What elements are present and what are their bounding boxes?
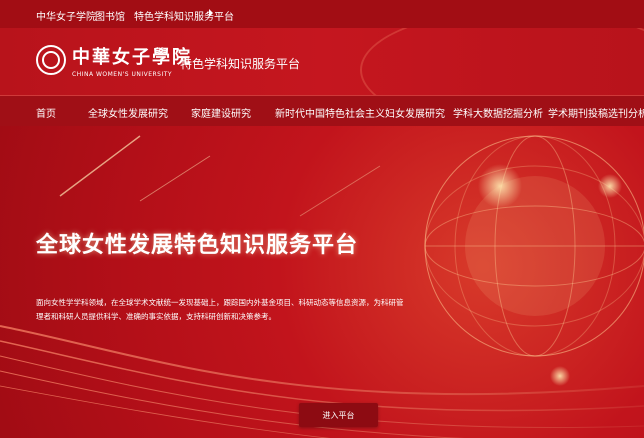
hero-description: 面向女性学学科领域，在全球学术文献统一发现基础上，跟踪国内外基金项目、科研动态等… <box>36 298 404 321</box>
top-bar: 中华女子学院 图书馆 特色学科知识服务平台 <box>0 0 644 28</box>
university-seal-icon[interactable] <box>36 45 66 75</box>
header-decoration <box>360 28 644 95</box>
hero-title: 全球女性发展特色知识服务平台 <box>36 233 359 258</box>
globe-graphic <box>424 135 644 386</box>
topbar-link-platform[interactable]: 特色学科知识服务平台 <box>134 8 234 23</box>
site-header: 中華女子學院 CHINA WOMEN'S UNIVERSITY 特色学科知识服务… <box>0 28 644 95</box>
main-nav: 首页 全球女性发展研究 家庭建设研究 新时代中国特色社会主义妇女发展研究 学科大… <box>0 95 644 127</box>
logo-chinese[interactable]: 中華女子學院 <box>72 43 192 69</box>
chevron-right-icon <box>209 9 213 17</box>
nav-item-family[interactable]: 家庭建设研究 <box>191 105 251 120</box>
hero-banner: 全球女性发展特色知识服务平台 面向女性学学科领域，在全球学术文献统一发现基础上，… <box>0 126 644 438</box>
enter-platform-button[interactable]: 进入平台 <box>299 403 378 427</box>
logo-english: CHINA WOMEN'S UNIVERSITY <box>72 71 173 78</box>
platform-title: 特色学科知识服务平台 <box>180 57 301 71</box>
nav-item-big-data[interactable]: 学科大数据挖掘分析 <box>453 105 543 120</box>
nav-item-journal[interactable]: 学术期刊投稿选刊分析 <box>548 105 644 120</box>
nav-item-socialism-women[interactable]: 新时代中国特色社会主义妇女发展研究 <box>275 105 445 120</box>
topbar-link-library[interactable]: 图书馆 <box>95 8 125 23</box>
nav-item-home[interactable]: 首页 <box>36 105 56 120</box>
light-streaks <box>59 135 381 217</box>
topbar-link-university[interactable]: 中华女子学院 <box>36 8 96 23</box>
hero-background-art <box>0 135 644 438</box>
nav-item-global-women[interactable]: 全球女性发展研究 <box>88 105 168 120</box>
